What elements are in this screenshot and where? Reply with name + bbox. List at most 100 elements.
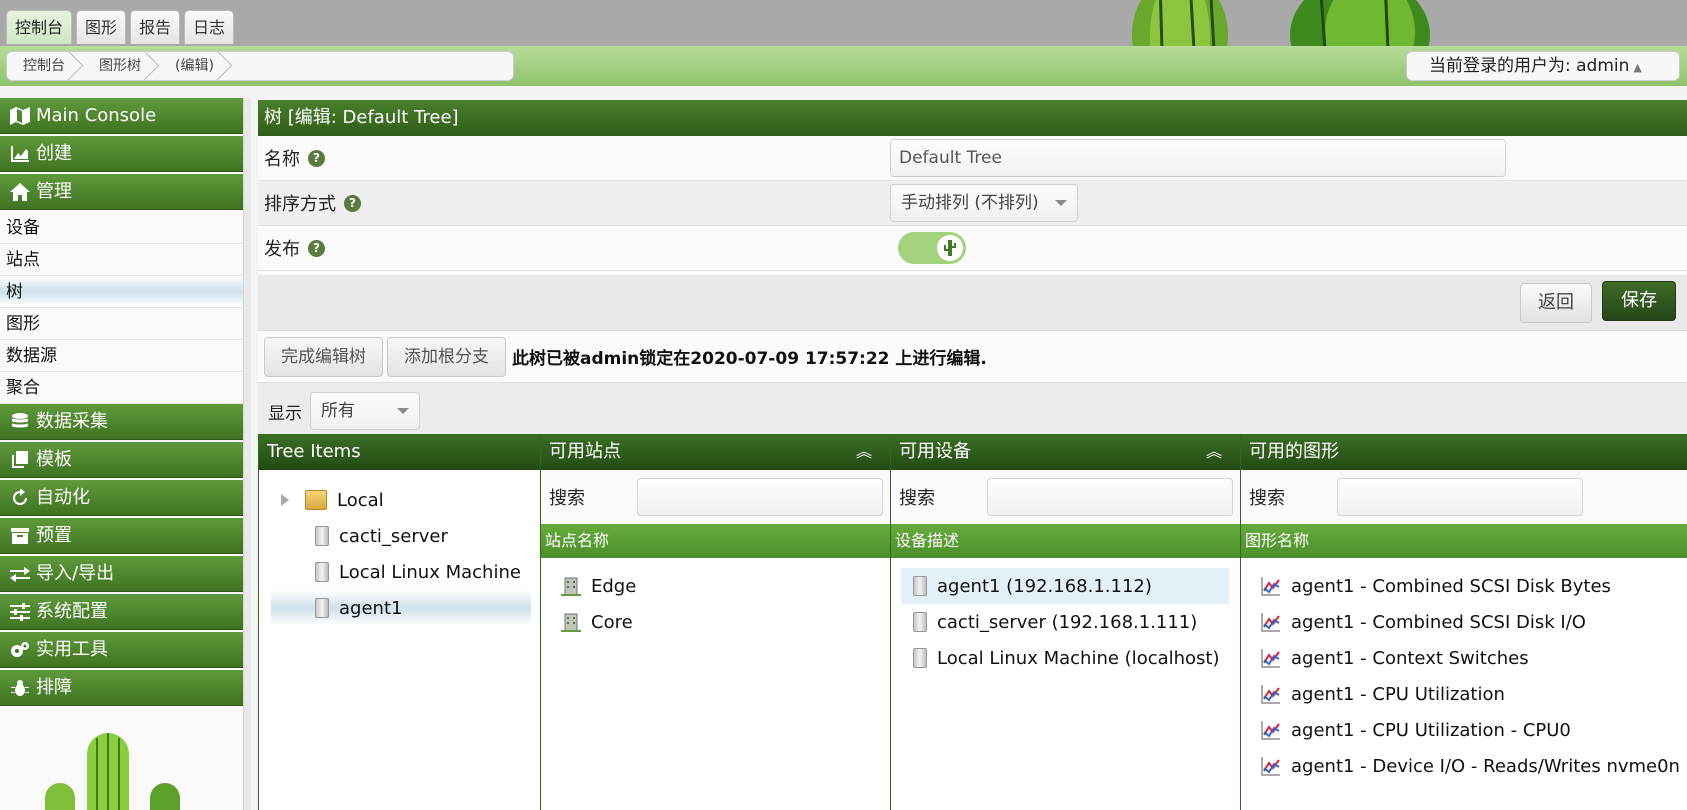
top-navigation-bar: 控制台 图形 报告 日志 (0, 0, 1687, 46)
gears-icon (11, 641, 29, 657)
help-icon[interactable]: ? (344, 194, 361, 212)
display-filter-bar: 显示 所有 (258, 383, 1687, 439)
tab-console[interactable]: 控制台 (6, 10, 73, 44)
collapse-icon[interactable]: ︽ (856, 434, 872, 470)
tab-reports[interactable]: 报告 (130, 10, 181, 44)
finish-edit-button[interactable]: 完成编辑树 (264, 336, 383, 377)
site-item-edge[interactable]: Edge (561, 568, 890, 604)
graph-item[interactable]: agent1 - CPU Utilization - CPU0 (1261, 712, 1687, 748)
device-item-cacti-server[interactable]: cacti_server (192.168.1.111) (891, 604, 1240, 640)
tree-item-agent1[interactable]: agent1 (271, 590, 531, 626)
tree-item-local[interactable]: Local (259, 482, 540, 518)
site-item-core[interactable]: Core (561, 604, 890, 640)
sidebar-item-devices[interactable]: 设备 (0, 212, 243, 244)
collapse-icon[interactable]: ︽ (1206, 434, 1222, 470)
menu-utilities[interactable]: 实用工具 (0, 632, 243, 668)
menu-manage[interactable]: 管理 (0, 174, 243, 210)
display-select[interactable]: 所有 (310, 392, 420, 430)
sidebar-item-data-sources[interactable]: 数据源 (0, 340, 243, 372)
tree-edit-title: 树 [编辑: Default Tree] (258, 100, 1687, 136)
tab-logs[interactable]: 日志 (184, 10, 235, 44)
devices-search-input[interactable] (987, 478, 1233, 516)
cactus-banner-image (1132, 0, 1430, 46)
help-icon[interactable]: ? (308, 239, 325, 257)
graph-item[interactable]: agent1 - CPU Utilization (1261, 676, 1687, 712)
menu-data-collection[interactable]: 数据采集 (0, 404, 243, 440)
graph-item[interactable]: agent1 - Device I/O - Reads/Writes nvme0… (1261, 748, 1687, 784)
user-menu[interactable]: 当前登录的用户为: admin ▲ (1406, 51, 1680, 81)
display-value: 所有 (321, 401, 355, 421)
server-icon (315, 598, 329, 618)
sidebar-item-sites[interactable]: 站点 (0, 244, 243, 276)
menu-automation[interactable]: 自动化 (0, 480, 243, 516)
sidebar-item-trees[interactable]: 树 (0, 276, 243, 308)
sidebar-item-graphs[interactable]: 图形 (0, 308, 243, 340)
devices-title: 可用设备 (899, 441, 971, 462)
breadcrumb-console[interactable]: 控制台 (7, 52, 83, 80)
tree-item-local-linux[interactable]: Local Linux Machine (259, 554, 540, 590)
building-icon (561, 577, 581, 596)
tab-graphs[interactable]: 图形 (76, 10, 127, 44)
cactus-logo-image (45, 733, 180, 810)
expand-arrow-icon[interactable] (281, 494, 289, 506)
tree-name-input[interactable]: Default Tree (890, 139, 1506, 177)
device-item-label: agent1 (192.168.1.112) (937, 575, 1152, 597)
save-button[interactable]: 保存 (1602, 281, 1676, 321)
devices-header: 可用设备 ︽ (891, 434, 1240, 470)
publish-label: 发布 (264, 239, 300, 260)
menu-presets[interactable]: 预置 (0, 518, 243, 554)
graph-item[interactable]: agent1 - Context Switches (1261, 640, 1687, 676)
menu-utilities-label: 实用工具 (36, 638, 108, 660)
back-button[interactable]: 返回 (1520, 283, 1592, 323)
devices-search-row: 搜索 (891, 470, 1240, 524)
publish-label-wrap: 发布 ? (258, 235, 890, 261)
database-icon (12, 412, 28, 427)
help-icon[interactable]: ? (308, 149, 325, 167)
menu-configuration-label: 系统配置 (36, 600, 108, 622)
menu-create-label: 创建 (36, 142, 72, 164)
menu-create[interactable]: 创建 (0, 136, 243, 172)
add-root-branch-button[interactable]: 添加根分支 (387, 336, 506, 377)
user-label: 当前登录的用户为: admin (1429, 56, 1630, 76)
device-item-label: Local Linux Machine (localhost) (937, 647, 1220, 669)
form-row-sort: 排序方式 ? 手动排列 (不排列) (258, 181, 1687, 226)
menu-templates-label: 模板 (36, 448, 72, 470)
menu-troubleshooting[interactable]: 排障 (0, 670, 243, 706)
device-item-local-linux[interactable]: Local Linux Machine (localhost) (891, 640, 1240, 676)
sort-type-select[interactable]: 手动排列 (不排列) (890, 184, 1078, 222)
graph-item-label: agent1 - Context Switches (1291, 647, 1529, 669)
sidebar-item-aggregates[interactable]: 聚合 (0, 372, 243, 404)
tree-items-list: Local cacti_server Local Linux Machine a… (259, 470, 540, 626)
exchange-icon (10, 566, 30, 582)
graphs-search-input[interactable] (1337, 478, 1583, 516)
sidebar-resizer[interactable] (243, 98, 251, 810)
bug-icon (11, 679, 29, 696)
menu-templates[interactable]: 模板 (0, 442, 243, 478)
menu-configuration[interactable]: 系统配置 (0, 594, 243, 630)
breadcrumb-graph-trees[interactable]: 图形树 (83, 52, 159, 80)
server-icon (315, 526, 329, 546)
dropdown-arrow-icon (397, 408, 409, 414)
menu-import-export[interactable]: 导入/导出 (0, 556, 243, 592)
building-icon (561, 613, 581, 632)
device-item-agent1[interactable]: agent1 (192.168.1.112) (901, 568, 1229, 604)
tree-item-label: agent1 (339, 597, 403, 619)
devices-search-label: 搜索 (899, 488, 935, 509)
publish-toggle[interactable] (898, 232, 966, 264)
form-row-publish: 发布 ? (258, 226, 1687, 271)
graph-item[interactable]: agent1 - Combined SCSI Disk I/O (1261, 604, 1687, 640)
name-label-wrap: 名称 ? (258, 145, 890, 171)
devices-panel: 可用设备 ︽ 搜索 设备描述 agent1 (192.168.1.112) ca… (890, 434, 1240, 810)
line-chart-icon (1261, 685, 1280, 704)
menu-main-console[interactable]: Main Console (0, 98, 243, 134)
graph-item-label: agent1 - CPU Utilization (1291, 683, 1505, 705)
tree-item-cacti-server[interactable]: cacti_server (259, 518, 540, 554)
graph-item-label: agent1 - Combined SCSI Disk I/O (1291, 611, 1586, 633)
line-chart-icon (1261, 721, 1280, 740)
map-icon (10, 106, 30, 125)
device-item-label: cacti_server (192.168.1.111) (937, 611, 1198, 633)
sites-search-input[interactable] (637, 478, 883, 516)
tree-item-label: cacti_server (339, 525, 448, 547)
tree-item-label: Local Linux Machine (339, 561, 521, 583)
graph-item[interactable]: agent1 - Combined SCSI Disk Bytes (1261, 568, 1687, 604)
